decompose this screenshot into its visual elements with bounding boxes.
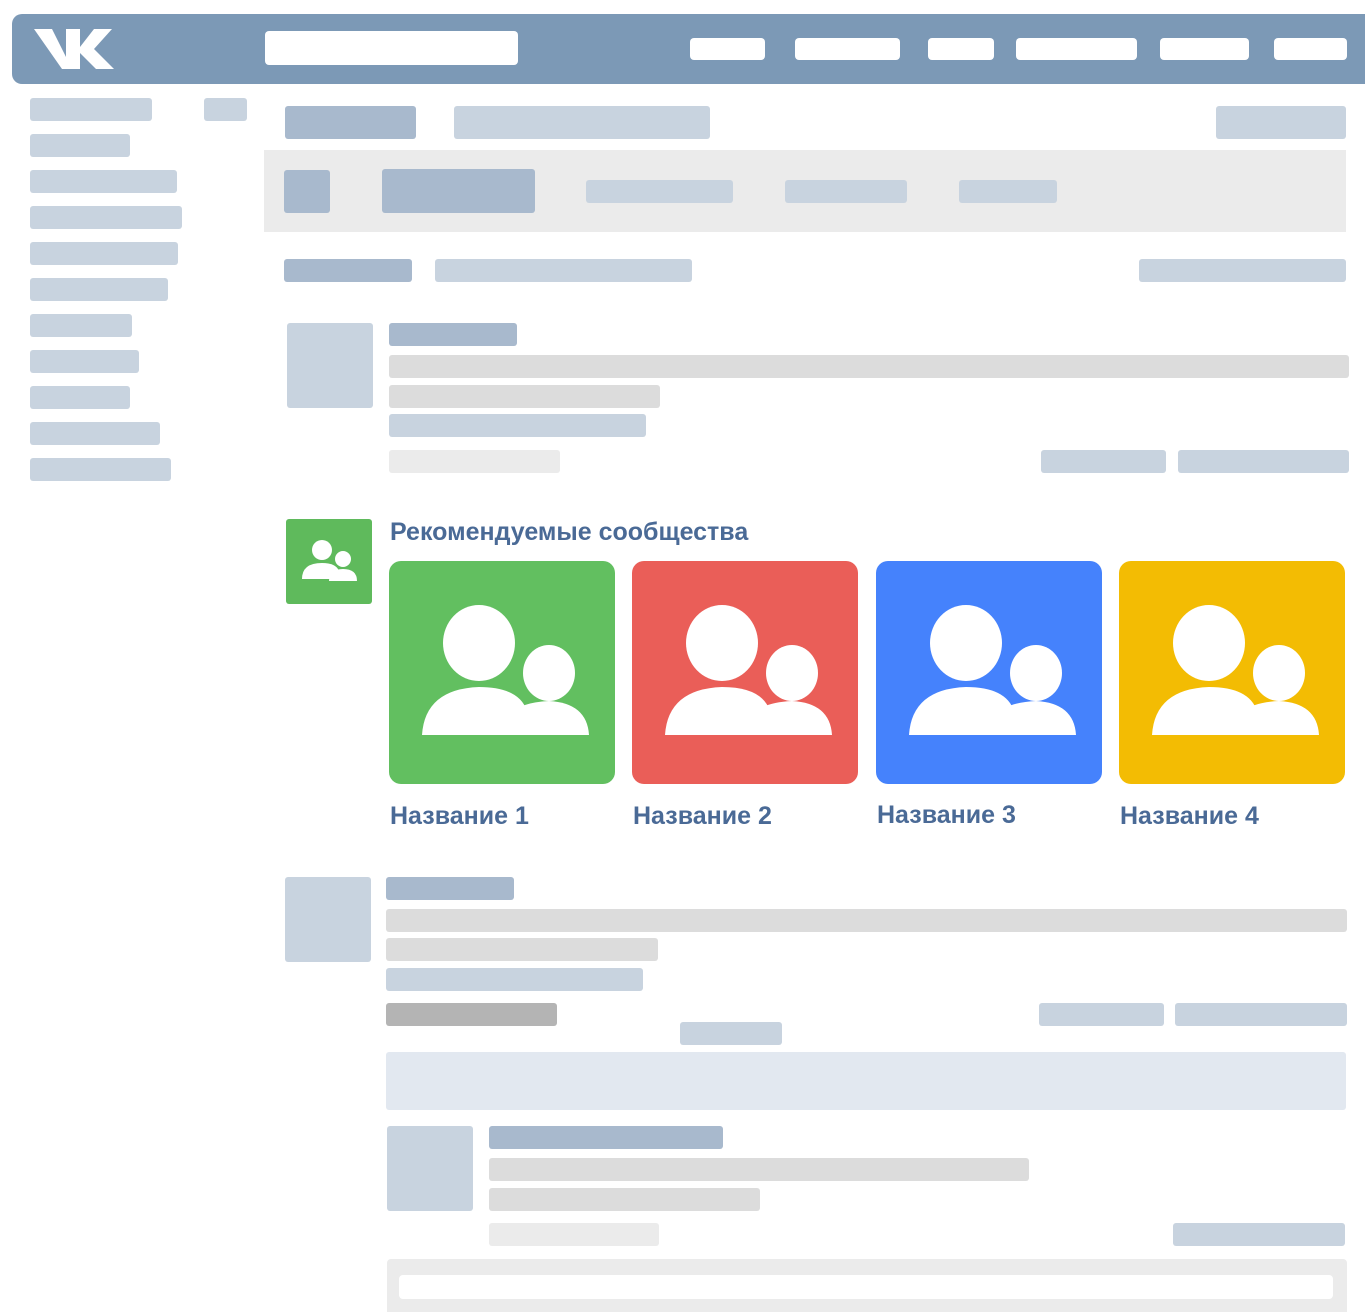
- top-bar: [12, 14, 1365, 84]
- page-action-button[interactable]: [1216, 106, 1346, 139]
- sidebar-item[interactable]: [30, 422, 160, 445]
- community-name-3[interactable]: Название 3: [877, 800, 1016, 830]
- post-action[interactable]: [1041, 450, 1166, 473]
- page-tab-active[interactable]: [285, 106, 416, 139]
- community-tile-3[interactable]: [876, 561, 1102, 784]
- community-tile-2[interactable]: [632, 561, 858, 784]
- comment-text-line: [489, 1158, 1029, 1181]
- post-text-line: [389, 385, 660, 408]
- post-date: [389, 450, 560, 473]
- post-text-line: [386, 909, 1347, 932]
- post-text-line: [386, 938, 658, 961]
- search-input[interactable]: [265, 31, 518, 65]
- sidebar-item[interactable]: [30, 350, 139, 373]
- community-tile-4[interactable]: [1119, 561, 1345, 784]
- post-text-line: [389, 355, 1349, 378]
- sidebar-item[interactable]: [30, 458, 171, 481]
- vk-logo-icon[interactable]: [32, 27, 116, 71]
- avatar[interactable]: [285, 877, 371, 962]
- comments-bar[interactable]: [386, 1052, 1346, 1110]
- community-tile-1[interactable]: [389, 561, 615, 784]
- group-icon: [909, 605, 1076, 735]
- communities-badge: [286, 519, 372, 604]
- nav-button-4[interactable]: [1016, 38, 1137, 60]
- group-icon: [1152, 605, 1319, 735]
- community-name-2[interactable]: Название 2: [633, 801, 772, 831]
- nav-button-5[interactable]: [1160, 38, 1249, 60]
- section-tab[interactable]: [435, 259, 692, 282]
- filter-tab-active[interactable]: [382, 169, 535, 213]
- sidebar-item[interactable]: [30, 242, 178, 265]
- group-icon: [422, 605, 589, 735]
- filter-tab[interactable]: [785, 180, 907, 203]
- comment-avatar[interactable]: [387, 1126, 473, 1211]
- sidebar-item[interactable]: [30, 134, 130, 157]
- post-author[interactable]: [389, 323, 517, 346]
- post-action[interactable]: [1178, 450, 1349, 473]
- comment-date: [489, 1223, 659, 1246]
- post-author[interactable]: [386, 877, 514, 900]
- comment-action[interactable]: [1173, 1223, 1345, 1246]
- post-link[interactable]: [386, 968, 643, 991]
- communities-icon: [302, 540, 357, 581]
- section-title: Рекомендуемые сообщества: [390, 518, 749, 546]
- nav-button-2[interactable]: [795, 38, 900, 60]
- post-date: [386, 1003, 557, 1026]
- sidebar-item[interactable]: [30, 278, 168, 301]
- avatar[interactable]: [287, 323, 373, 408]
- sidebar-settings-button[interactable]: [204, 98, 247, 121]
- post-action[interactable]: [1039, 1003, 1164, 1026]
- section-tab-active[interactable]: [284, 259, 412, 282]
- section-action[interactable]: [1139, 259, 1346, 282]
- sidebar-item[interactable]: [30, 98, 152, 121]
- comment-text-line: [489, 1188, 760, 1211]
- filter-tab[interactable]: [586, 180, 733, 203]
- comment-form: [387, 1259, 1347, 1312]
- sidebar-item[interactable]: [30, 314, 132, 337]
- nav-button-6[interactable]: [1274, 38, 1347, 60]
- filter-avatar[interactable]: [284, 170, 330, 213]
- sidebar-item[interactable]: [30, 170, 177, 193]
- sidebar-item[interactable]: [30, 386, 130, 409]
- group-icon: [665, 605, 832, 735]
- page-tab[interactable]: [454, 106, 710, 139]
- sidebar-item[interactable]: [30, 206, 182, 229]
- post-link[interactable]: [389, 414, 646, 437]
- community-name-4[interactable]: Название 4: [1120, 801, 1259, 831]
- comment-author[interactable]: [489, 1126, 723, 1149]
- filter-tab[interactable]: [959, 180, 1057, 203]
- post-action[interactable]: [1175, 1003, 1347, 1026]
- nav-button-3[interactable]: [928, 38, 994, 60]
- show-comments-button[interactable]: [680, 1022, 782, 1045]
- comment-input[interactable]: [399, 1275, 1333, 1299]
- community-name-1[interactable]: Название 1: [390, 801, 529, 831]
- nav-button-1[interactable]: [690, 38, 765, 60]
